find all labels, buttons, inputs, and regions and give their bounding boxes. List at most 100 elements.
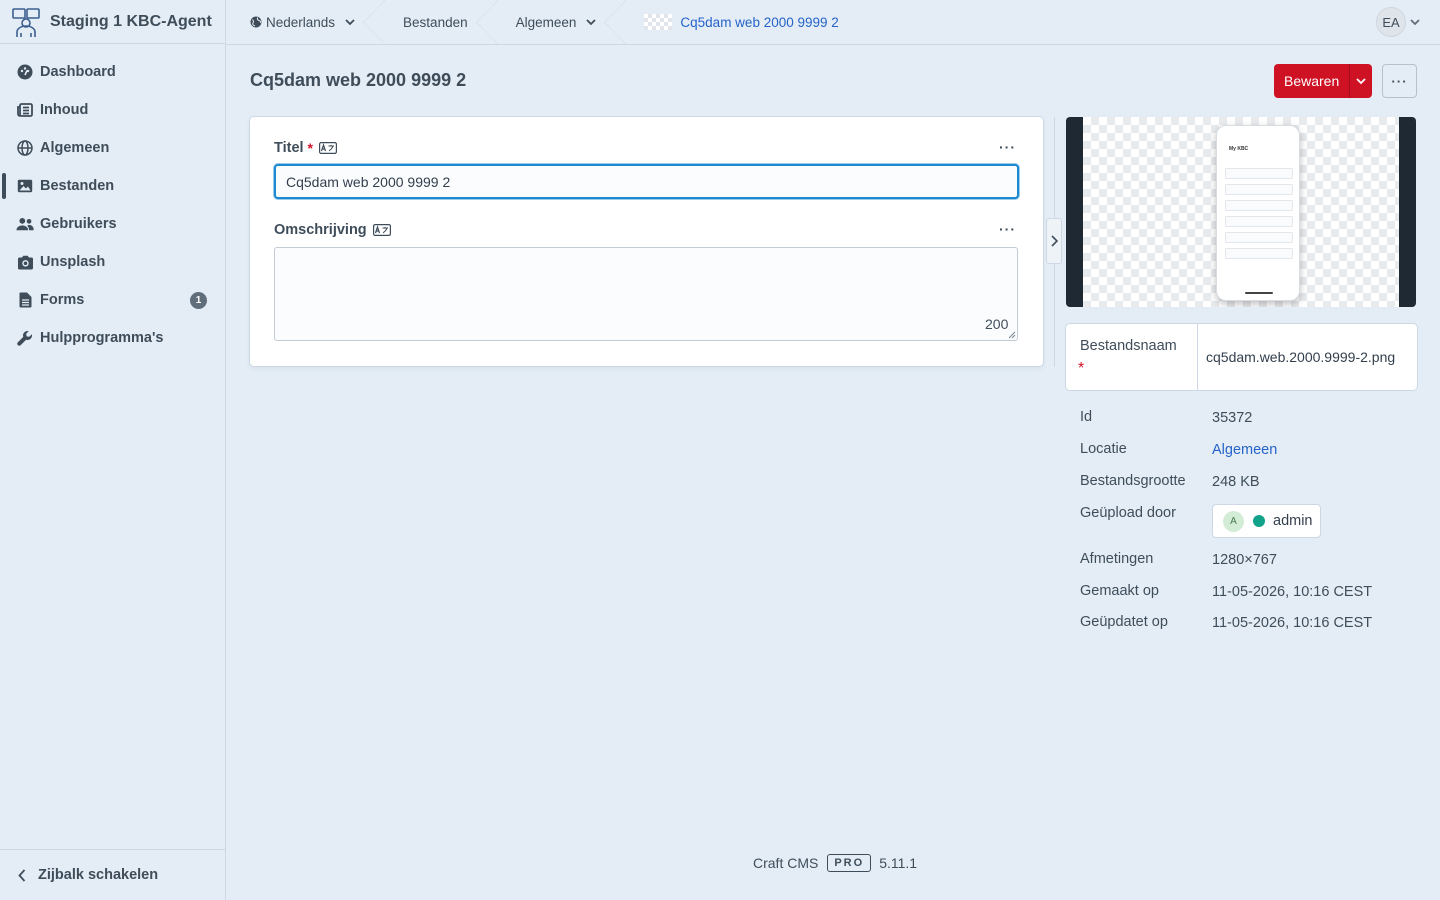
site-header: Staging 1 KBC-Agent: [0, 0, 225, 44]
breadcrumb-current[interactable]: Cq5dam web 2000 9999 2: [620, 0, 862, 45]
meta-value-dimensions: 1280×767: [1212, 552, 1277, 568]
globe-icon: [250, 16, 262, 28]
nav-item-dashboard[interactable]: Dashboard: [0, 53, 225, 91]
nav-item-bestanden[interactable]: Bestanden: [0, 167, 225, 205]
nav-label: Bestanden: [40, 178, 115, 194]
asset-preview[interactable]: My KBC: [1066, 117, 1416, 307]
save-button-group: Bewaren: [1274, 64, 1373, 98]
meta-label-updated: Geüpdatet op: [1080, 614, 1168, 630]
filename-input[interactable]: [1198, 324, 1417, 390]
required-icon: *: [307, 140, 313, 156]
preview-row: [1225, 248, 1293, 259]
status-dot-icon: [1253, 515, 1265, 527]
breadcrumb-site-switcher[interactable]: Nederlands: [226, 0, 386, 45]
title-field-label: Titel *: [274, 140, 337, 156]
preview-phone-title: My KBC: [1229, 146, 1249, 152]
chevron-left-icon: [18, 868, 26, 882]
collapse-details-button[interactable]: [1046, 218, 1062, 264]
description-field-label: Omschrijving: [274, 222, 391, 238]
meta-value-filesize: 248 KB: [1212, 474, 1260, 490]
meta-label-id: Id: [1080, 409, 1093, 425]
meta-label-uploaded-by: Geüpload door: [1080, 505, 1176, 521]
breadcrumb-volume-label: Algemeen: [515, 14, 577, 30]
preview-row: [1225, 200, 1293, 211]
sidebar: Staging 1 KBC-Agent Dashboard Inhoud Alg…: [0, 0, 226, 900]
filename-field: Bestandsnaam *: [1066, 324, 1417, 390]
avatar: EA: [1376, 7, 1406, 37]
description-char-counter: 200: [985, 316, 1009, 332]
uploader-chip[interactable]: A admin: [1212, 504, 1321, 538]
breadcrumb: Nederlands Bestanden Algemeen Cq5dam web…: [226, 0, 1440, 45]
uploader-name: admin: [1273, 513, 1313, 529]
app-footer: Craft CMS PRO 5.11.1: [753, 854, 917, 872]
chevron-right-icon: [1050, 235, 1058, 247]
forms-badge: 1: [190, 292, 207, 309]
nav-label: Algemeen: [40, 140, 110, 156]
site-name[interactable]: Staging 1 KBC-Agent: [50, 13, 212, 31]
nav-item-unsplash[interactable]: Unsplash: [0, 243, 225, 281]
save-options-button[interactable]: [1349, 64, 1373, 98]
wrench-icon: [16, 329, 34, 347]
preview-home-bar: [1245, 292, 1273, 294]
description-field-options-button[interactable]: ···: [999, 221, 1016, 237]
camera-icon: [16, 253, 34, 271]
preview-row: [1225, 184, 1293, 195]
description-textarea[interactable]: [274, 247, 1018, 341]
nav-item-gebruikers[interactable]: Gebruikers: [0, 205, 225, 243]
resize-handle-icon[interactable]: [1008, 331, 1016, 339]
title-input[interactable]: [274, 164, 1019, 199]
main-nav: Dashboard Inhoud Algemeen Bestanden Gebr…: [0, 44, 225, 357]
newspaper-icon: [16, 101, 34, 119]
nav-item-hulpprogrammas[interactable]: Hulpprogramma's: [0, 319, 225, 357]
gauge-icon: [16, 63, 34, 81]
nav-item-algemeen[interactable]: Algemeen: [0, 129, 225, 167]
toggle-sidebar-label: Zijbalk schakelen: [38, 867, 159, 883]
meta-value-updated: 11-05-2026, 10:16 CEST: [1212, 615, 1373, 631]
title-field-options-button[interactable]: ···: [999, 139, 1016, 155]
preview-row: [1225, 168, 1293, 179]
users-icon: [16, 215, 34, 233]
breadcrumb-volume[interactable]: Algemeen: [492, 0, 627, 45]
user-menu[interactable]: EA: [1376, 7, 1420, 37]
nav-item-forms[interactable]: Forms 1: [0, 281, 225, 319]
breadcrumb-site-label: Nederlands: [266, 14, 336, 30]
globe-icon: [16, 139, 34, 157]
footer-version: 5.11.1: [879, 855, 918, 871]
toggle-sidebar-button[interactable]: Zijbalk schakelen: [0, 849, 225, 900]
required-icon: *: [1078, 360, 1085, 377]
translatable-icon: [319, 142, 337, 154]
file-icon: [16, 291, 34, 309]
nav-label: Hulpprogramma's: [40, 330, 164, 346]
transparency-background: My KBC: [1083, 117, 1399, 307]
preview-row: [1225, 232, 1293, 243]
breadcrumb-section-label: Bestanden: [403, 14, 468, 30]
preview-image: My KBC: [1216, 125, 1300, 301]
page-title: Cq5dam web 2000 9999 2: [250, 70, 467, 90]
nav-label: Forms: [40, 292, 85, 308]
meta-label-dimensions: Afmetingen: [1080, 551, 1154, 567]
chevron-down-icon: [586, 18, 597, 26]
filename-label: Bestandsnaam: [1080, 338, 1177, 354]
asset-thumbnail-icon: [644, 14, 673, 30]
site-logo-icon[interactable]: [10, 5, 42, 39]
chevron-down-icon: [1410, 18, 1420, 26]
meta-label-location: Locatie: [1080, 441, 1127, 457]
nav-label: Gebruikers: [40, 216, 117, 232]
preview-row: [1225, 216, 1293, 227]
more-actions-button[interactable]: ···: [1382, 64, 1417, 98]
chevron-down-icon: [345, 18, 355, 26]
nav-item-inhoud[interactable]: Inhoud: [0, 91, 225, 129]
footer-product: Craft CMS: [753, 855, 819, 871]
asset-form-card: Titel * ··· Omschrijving ··· 200: [250, 117, 1043, 366]
breadcrumb-section[interactable]: Bestanden: [379, 0, 498, 45]
nav-label: Dashboard: [40, 64, 116, 80]
meta-value-location-link[interactable]: Algemeen: [1212, 442, 1277, 458]
breadcrumb-current-label: Cq5dam web 2000 9999 2: [680, 14, 839, 30]
meta-value-created: 11-05-2026, 10:16 CEST: [1212, 584, 1373, 600]
save-button[interactable]: Bewaren: [1274, 64, 1350, 98]
uploader-avatar: A: [1223, 510, 1244, 532]
nav-label: Inhoud: [40, 102, 89, 118]
nav-label: Unsplash: [40, 254, 106, 270]
description-label: Omschrijving: [274, 222, 367, 238]
meta-value-id: 35372: [1212, 410, 1253, 426]
